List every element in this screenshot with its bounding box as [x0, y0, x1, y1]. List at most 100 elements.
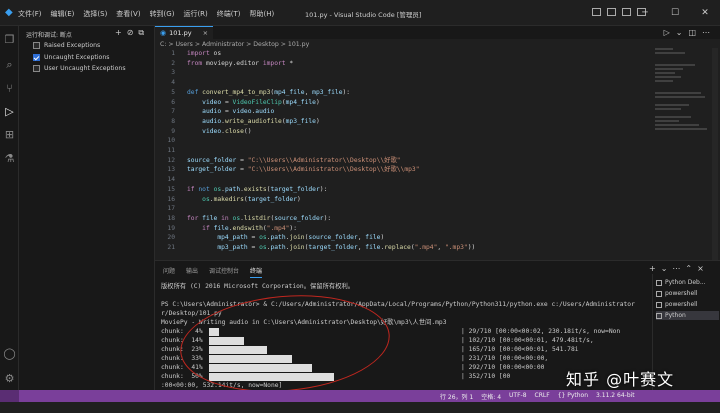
menu-item[interactable]: 运行(R) [183, 9, 207, 19]
menu-item[interactable]: 查看(V) [116, 9, 140, 19]
editor-scrollbar[interactable] [712, 48, 718, 260]
tab-problems[interactable]: 问题 [163, 266, 175, 278]
run-python-file-icon[interactable]: ▷ [664, 28, 670, 37]
run-debug-sidebar: 运行和调试: 断点 + ⊘ ⧉ Raised Exceptions Uncaugh… [19, 26, 155, 390]
terminal-icon [656, 312, 662, 319]
checkbox[interactable] [33, 42, 40, 49]
tab-terminal[interactable]: 终端 [250, 266, 263, 278]
progress-stat: | 352/710 [00 [461, 373, 511, 380]
line-number: 21 [167, 244, 175, 251]
manage-gear-icon[interactable]: ⚙ [2, 371, 17, 386]
toggle-breakpoints-icon[interactable]: ⊘ [127, 28, 134, 38]
close-tab-icon[interactable]: × [203, 29, 208, 37]
terminal-name: powershell [665, 290, 698, 297]
close-panel-icon[interactable]: × [697, 264, 704, 273]
maximize-panel-icon[interactable]: ⌃ [685, 264, 692, 273]
code-line: 18 for file in os.listdir(source_folder): [155, 214, 715, 224]
code-line: 12 source_folder = "C:\\Users\\Administra… [155, 156, 715, 166]
line-number: 2 [171, 59, 175, 67]
terminal-list-item[interactable]: powershell [656, 300, 719, 309]
menu-bar: 文件(F) 编辑(E) 选择(S) 查看(V) 转到(G) 运行(R) 终端(T) 帮助(H) [18, 9, 274, 19]
line-number: 19 [167, 224, 175, 232]
code-text: mp4_path = os.path.join(source_folder, f… [217, 234, 385, 242]
code-text: if file.endswith(".mp4"): [202, 224, 298, 232]
testing-icon[interactable]: ⚗ [2, 151, 17, 166]
progress-stat: | 165/710 [00:00<00:01, 541.78i [461, 346, 579, 353]
line-number: 18 [167, 214, 175, 222]
tab-101-py[interactable]: ◉ 101.py × [155, 26, 213, 39]
tab-output[interactable]: 输出 [186, 266, 198, 278]
code-text: from moviepy.editor import * [187, 59, 294, 67]
more-actions-icon[interactable]: ⋯ [702, 28, 710, 37]
terminal-name: Python Deb... [665, 279, 706, 286]
terminal-name: powershell [665, 301, 698, 308]
breakpoint-label: Raised Exceptions [44, 42, 101, 49]
chevron-down-icon[interactable]: ⌄ [661, 264, 668, 273]
line-number: 11 [167, 147, 175, 154]
tab-debug-console[interactable]: 调试控制台 [209, 266, 239, 278]
status-item[interactable]: UTF-8 [509, 392, 527, 401]
breakpoint-item[interactable]: Uncaught Exceptions [33, 53, 109, 61]
more-actions-icon[interactable]: ⋯ [672, 264, 680, 273]
checkbox[interactable] [33, 65, 40, 72]
run-debug-icon[interactable]: ▷ [2, 104, 17, 119]
chevron-down-icon[interactable]: ⌄ [676, 28, 683, 37]
maximize-button[interactable]: ☐ [660, 0, 690, 26]
code-text: os.makedirs(target_folder) [202, 195, 301, 203]
checkbox[interactable] [33, 53, 40, 61]
python-file-icon: ◉ [160, 29, 167, 37]
code-line: 20 mp4_path = os.path.join(source_folder… [155, 233, 715, 243]
code-text: if not os.path.exists(target_folder): [187, 185, 328, 193]
terminal-list-item[interactable]: Python [656, 311, 719, 320]
menu-item[interactable]: 帮助(H) [250, 9, 275, 19]
add-breakpoint-icon[interactable]: + [115, 28, 122, 38]
source-control-icon[interactable]: ⑂ [2, 81, 17, 96]
code-editor[interactable]: 1 import os 2 from moviepy.editor import * 3… [155, 48, 720, 260]
menu-item[interactable]: 文件(F) [18, 9, 42, 19]
new-terminal-icon[interactable]: + [649, 264, 656, 273]
sidebar-title: 运行和调试: 断点 [26, 32, 72, 39]
terminal-list-item[interactable]: powershell [656, 289, 719, 298]
account-icon[interactable]: ◯ [2, 346, 17, 361]
status-item[interactable]: 3.11.2 64-bit [596, 392, 635, 401]
activity-bar: ❐ ⌕ ⑂ ▷ ⊞ ⚗ ◯ ⚙ [0, 26, 19, 390]
line-number: 17 [167, 205, 175, 213]
search-icon[interactable]: ⌕ [2, 57, 17, 72]
toggle-panel-icon[interactable] [607, 8, 616, 16]
code-line: 10 [155, 136, 715, 146]
breadcrumb[interactable]: C: > Users > Administrator > Desktop > 1… [160, 41, 309, 48]
explorer-icon[interactable]: ❐ [2, 32, 17, 47]
breakpoint-item[interactable]: Raised Exceptions [33, 42, 100, 49]
extensions-icon[interactable]: ⊞ [2, 127, 17, 142]
close-button[interactable]: ✕ [690, 0, 720, 26]
code-text: def convert_mp4_to_mp3(mp4_file, mp3_fil… [187, 88, 351, 96]
menu-item[interactable]: 转到(G) [150, 9, 175, 19]
remote-indicator[interactable] [0, 390, 19, 402]
status-item[interactable]: {} Python [558, 392, 588, 401]
menu-item[interactable]: 编辑(E) [51, 9, 75, 19]
status-item[interactable]: 空格: 4 [481, 392, 501, 401]
breakpoint-item[interactable]: User Uncaught Exceptions [33, 65, 126, 72]
menu-item[interactable]: 选择(S) [83, 9, 107, 19]
watermark: 知乎 @叶赛文 [566, 370, 675, 389]
split-editor-icon[interactable]: ◫ [688, 28, 696, 37]
status-item[interactable]: 行 26，列 1 [440, 392, 473, 401]
panel-toolbar: + ⌄ ⋯ ⌃ × [649, 264, 704, 273]
line-number: 20 [167, 234, 175, 242]
minimap[interactable] [655, 48, 710, 130]
status-item[interactable]: CRLF [535, 392, 550, 401]
code-line: 17 [155, 204, 715, 214]
code-line: 16 os.makedirs(target_folder) [155, 195, 715, 205]
footer-strip [0, 402, 720, 413]
line-number: 8 [171, 117, 175, 125]
line-number: 3 [171, 69, 175, 77]
code-line: 1 import os [155, 49, 715, 59]
breakpoint-label: User Uncaught Exceptions [44, 65, 126, 72]
minimize-button[interactable]: ─ [630, 0, 660, 26]
menu-item[interactable]: 终端(T) [217, 9, 241, 19]
terminal-list-item[interactable]: Python Deb... [656, 278, 719, 287]
remove-breakpoints-icon[interactable]: ⧉ [138, 28, 144, 38]
line-number: 15 [167, 185, 175, 193]
code-line: 14 [155, 175, 715, 185]
toggle-sidebar-icon[interactable] [592, 8, 601, 16]
